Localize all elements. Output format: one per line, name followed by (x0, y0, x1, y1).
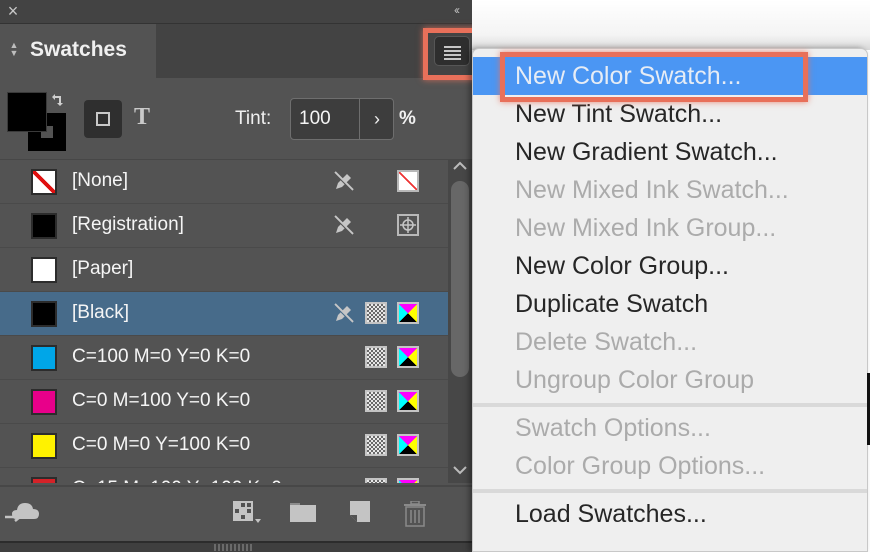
swap-fill-stroke-icon[interactable] (51, 93, 65, 110)
menu-item-new-gradient-swatch[interactable]: New Gradient Swatch... (473, 133, 867, 171)
cmyk-mode-icon (397, 434, 419, 456)
menu-separator (473, 399, 867, 409)
panel-flyout-menu: New Color Swatch... New Tint Swatch... New… (472, 48, 868, 552)
close-icon[interactable]: × (4, 1, 22, 21)
swatch-color-chip (31, 213, 57, 239)
swatch-row[interactable]: [Black] (0, 292, 448, 336)
expand-collapse-arrows-icon[interactable]: ▲ ▼ (8, 41, 20, 61)
swatch-name: [Black] (72, 302, 130, 323)
menu-item-new-color-swatch[interactable]: New Color Swatch... (473, 57, 867, 95)
swatch-row[interactable]: [Registration] (0, 204, 448, 248)
swatch-list: [None] [Registration] [Paper] [Black] C=100 … (0, 159, 448, 483)
panel-bottom-toolbar (0, 485, 472, 541)
tint-label: Tint: (235, 108, 272, 129)
fill-swatch-box[interactable] (7, 92, 47, 132)
menu-item-new-mixed-ink-group: New Mixed Ink Group... (515, 214, 777, 242)
menu-item-new-color-group[interactable]: New Color Group... (473, 247, 867, 285)
swatch-row[interactable]: [Paper] (0, 248, 448, 292)
cmyk-mode-icon (397, 390, 419, 412)
show-swatch-views-icon[interactable] (233, 501, 263, 527)
menu-item-new-mixed-ink-swatch: New Mixed Ink Swatch... (515, 176, 789, 204)
process-color-checker-icon (365, 478, 387, 483)
process-color-checker-icon (365, 302, 387, 324)
menu-backdrop (472, 0, 870, 50)
menu-item-color-group-options: Color Group Options... (515, 452, 766, 480)
panel-title: Swatches (30, 38, 127, 61)
registration-target-icon (397, 214, 419, 236)
delete-swatch-trash-icon[interactable] (404, 500, 426, 527)
process-color-checker-icon (365, 434, 387, 456)
swatch-name: C=100 M=0 Y=0 K=0 (72, 346, 251, 367)
swatch-row[interactable]: C=15 M=100 Y=100 K=0 (0, 468, 448, 483)
menu-item-swatch-options: Swatch Options... (515, 414, 711, 442)
menu-separator (473, 485, 867, 495)
cmyk-mode-icon (397, 478, 419, 483)
swatch-color-chip (31, 169, 57, 195)
swatch-name: C=15 M=100 Y=100 K=0 (72, 478, 282, 483)
swatch-color-chip (31, 257, 57, 283)
swatch-color-chip (31, 345, 57, 371)
scrollbar-thumb[interactable] (451, 181, 469, 377)
swatch-name: [Paper] (72, 258, 134, 279)
menu-item-ungroup-color-group: Ungroup Color Group (515, 366, 755, 394)
swatch-color-chip (31, 477, 57, 483)
tint-control: › (290, 98, 394, 140)
menu-item-delete-swatch: Delete Swatch... (515, 328, 698, 356)
swatches-panel: × ‹‹ ▲▼ Swatches T Tint: › % [None] [Regi… (0, 0, 472, 552)
scroll-up-arrow-icon[interactable] (448, 159, 472, 177)
swatch-name: C=0 M=0 Y=100 K=0 (72, 434, 251, 455)
swatch-list-scrollbar[interactable] (448, 159, 472, 483)
swatch-name: C=0 M=100 Y=0 K=0 (72, 390, 251, 411)
non-editable-pencil-icon (333, 170, 355, 192)
cmyk-mode-icon (397, 346, 419, 368)
non-editable-pencil-icon (333, 214, 355, 236)
cc-library-cloud-icon[interactable] (4, 499, 42, 525)
formatting-affects-text-button[interactable]: T (134, 104, 150, 131)
menu-item-duplicate-swatch[interactable]: Duplicate Swatch (473, 285, 867, 323)
swatch-row[interactable]: [None] (0, 160, 448, 204)
panel-menu-button[interactable] (434, 36, 470, 66)
swatch-color-chip (31, 301, 57, 327)
cmyk-mode-icon (397, 302, 419, 324)
new-color-group-folder-icon[interactable] (290, 501, 316, 523)
panel-tab-row: ▲ ▼ Swatches (0, 24, 472, 78)
collapse-panel-icon[interactable]: ‹‹ (454, 3, 460, 17)
new-swatch-icon[interactable] (350, 501, 370, 523)
tint-input[interactable] (291, 99, 359, 139)
resize-grip-handle[interactable] (214, 544, 252, 551)
container-square-icon (96, 112, 110, 126)
swatch-color-chip (31, 389, 57, 415)
tab-swatches[interactable]: ▲ ▼ Swatches (0, 24, 156, 78)
menu-item-load-swatches[interactable]: Load Swatches... (473, 495, 867, 533)
scroll-down-arrow-icon[interactable] (448, 463, 472, 481)
swatch-row[interactable]: C=100 M=0 Y=0 K=0 (0, 336, 448, 380)
tint-slider-toggle[interactable]: › (359, 99, 394, 139)
non-editable-pencil-icon (333, 302, 355, 324)
swatch-name: [None] (72, 170, 128, 191)
tint-percent-sign: % (399, 108, 416, 129)
swatch-name: [Registration] (72, 214, 184, 235)
swatch-color-chip (31, 433, 57, 459)
process-color-checker-icon (365, 390, 387, 412)
panel-title-bar: × ‹‹ (0, 0, 472, 24)
swatch-row[interactable]: C=0 M=0 Y=100 K=0 (0, 424, 448, 468)
formatting-affects-container-button[interactable] (84, 100, 122, 138)
swatch-row[interactable]: C=0 M=100 Y=0 K=0 (0, 380, 448, 424)
process-color-checker-icon (365, 346, 387, 368)
menu-item-new-tint-swatch[interactable]: New Tint Swatch... (473, 95, 867, 133)
no-color-mode-icon (397, 170, 419, 192)
panel-footer (0, 541, 472, 552)
